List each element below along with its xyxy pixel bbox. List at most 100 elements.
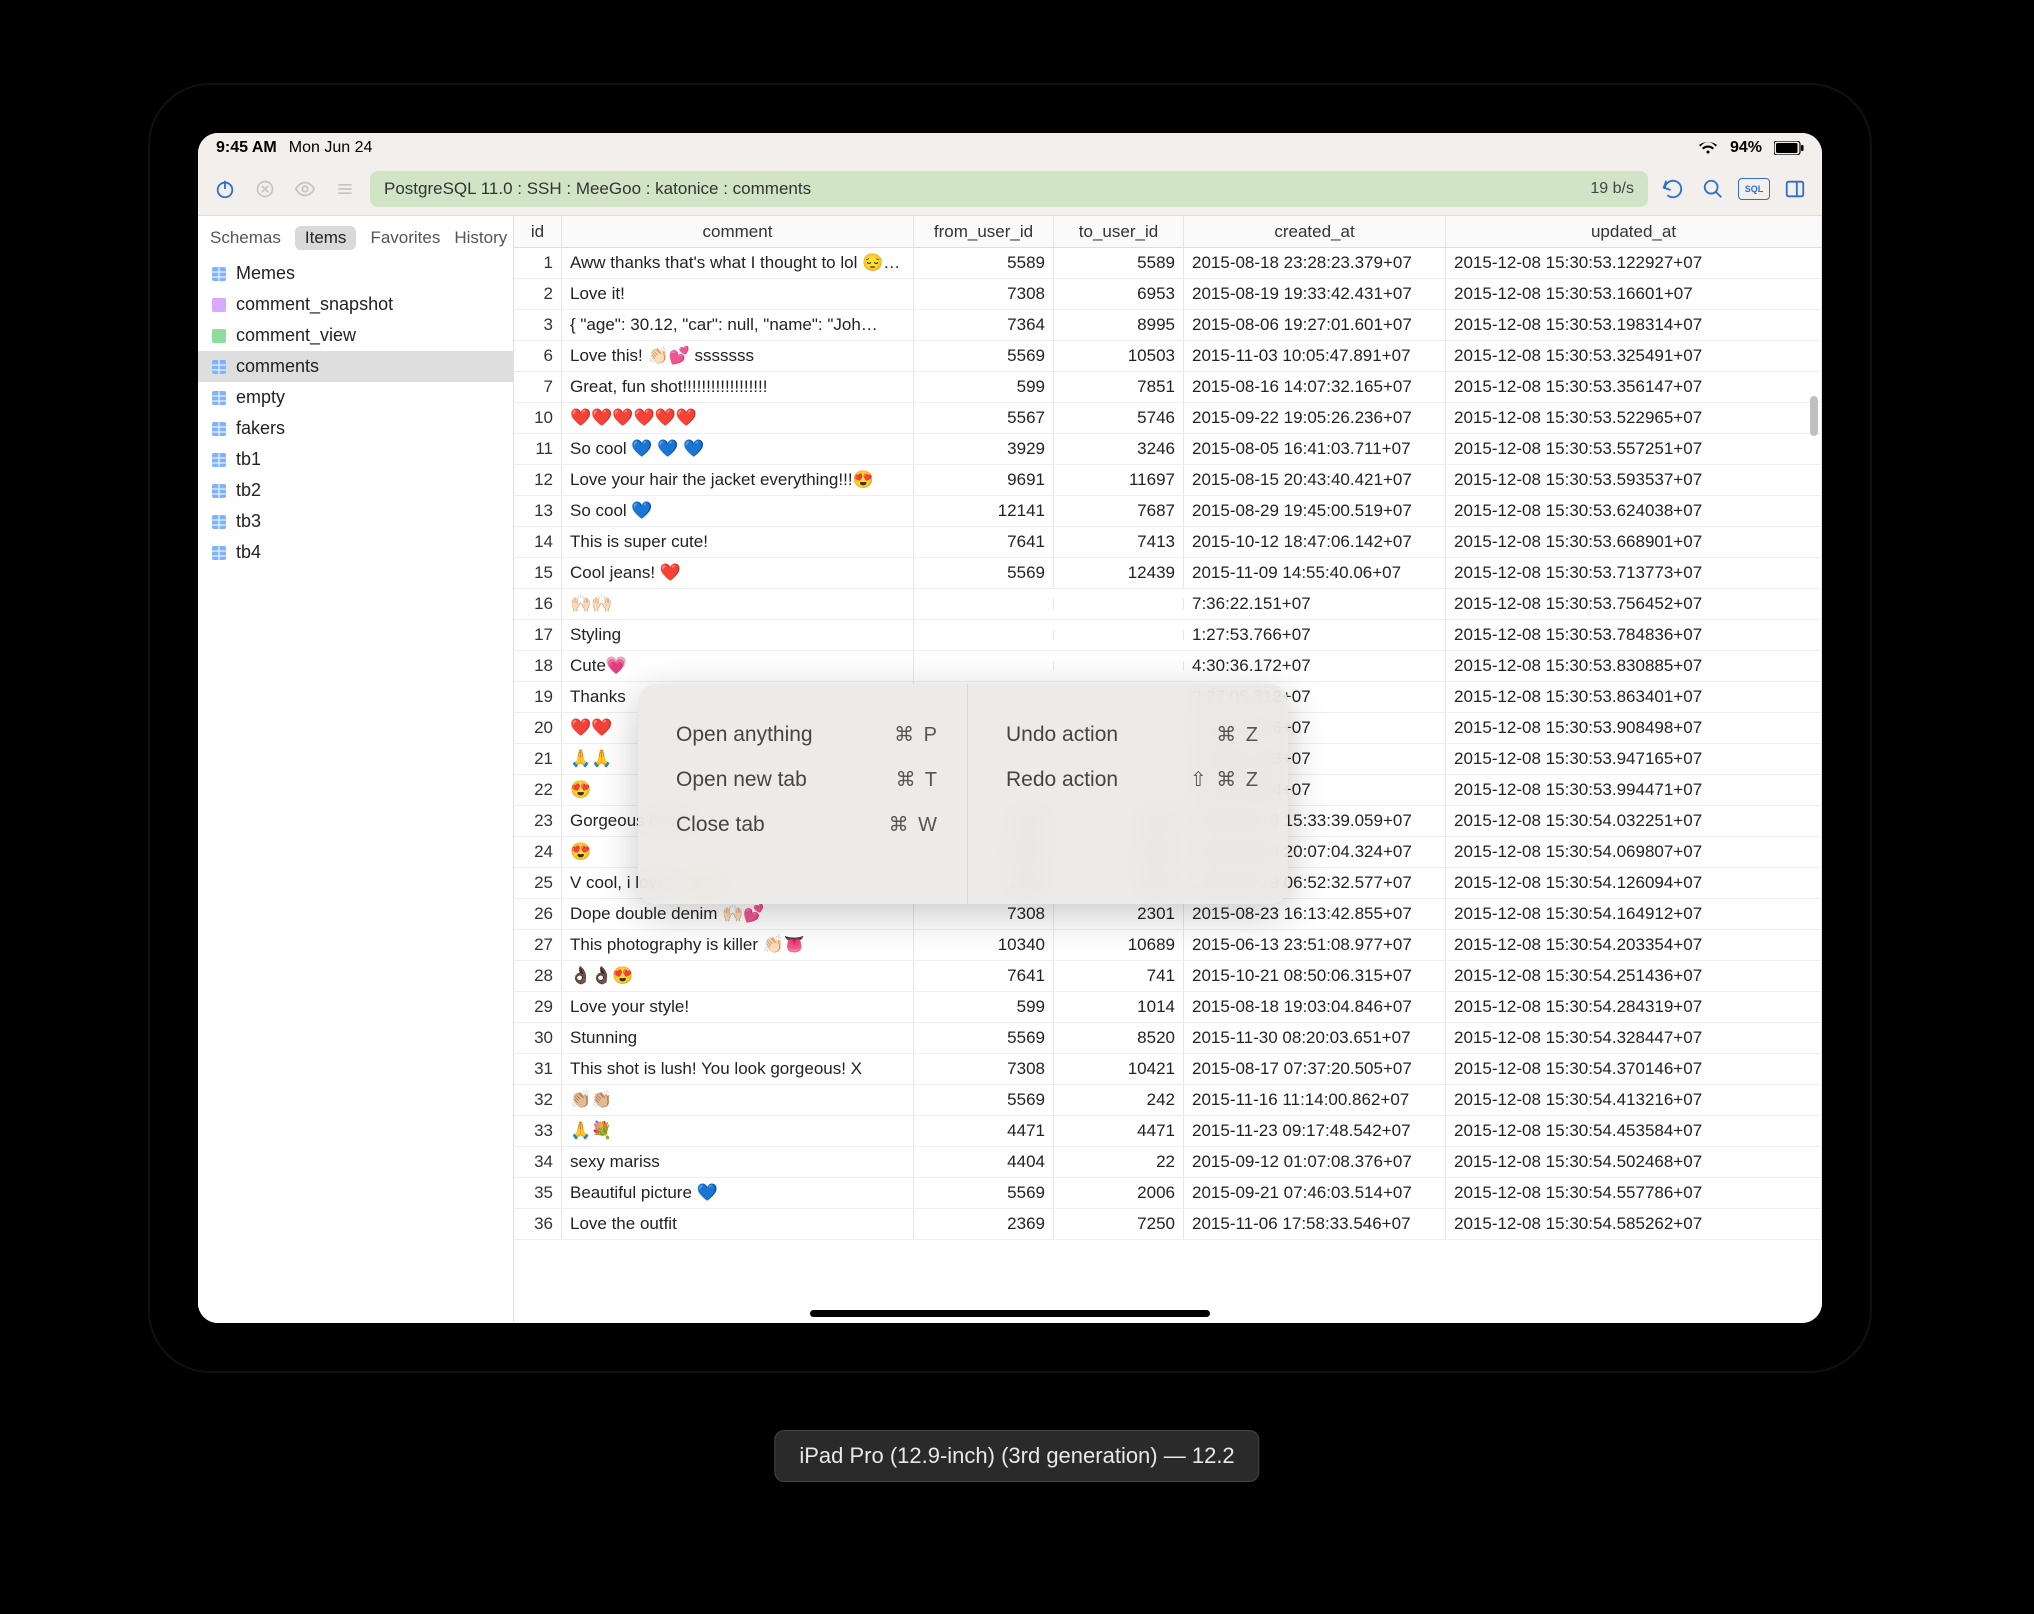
cell-comment: Cool jeans! ❤️ (562, 558, 914, 588)
table-row[interactable]: 30Stunning556985202015-11-30 08:20:03.65… (514, 1023, 1822, 1054)
table-row[interactable]: 6Love this! 👏🏻💕 sssssss5569105032015-11-… (514, 341, 1822, 372)
home-indicator[interactable] (810, 1310, 1210, 1317)
table-row[interactable]: 35Beautiful picture 💙556920062015-09-21 … (514, 1178, 1822, 1209)
table-row[interactable]: 36Love the outfit236972502015-11-06 17:5… (514, 1209, 1822, 1240)
table-row[interactable]: 16🙌🏻🙌🏻7:36:22.151+072015-12-08 15:30:53.… (514, 589, 1822, 620)
table-row[interactable]: 31This shot is lush! You look gorgeous! … (514, 1054, 1822, 1085)
cell-comment: sexy mariss (562, 1147, 914, 1177)
cell-to: 10421 (1054, 1054, 1184, 1084)
sidebar-item[interactable]: tb2 (198, 475, 513, 506)
table-row[interactable]: 15Cool jeans! ❤️5569124392015-11-09 14:5… (514, 558, 1822, 589)
table-row[interactable]: 34sexy mariss4404222015-09-12 01:07:08.3… (514, 1147, 1822, 1178)
cell-id: 17 (514, 620, 562, 650)
table-row[interactable]: 28👌🏿👌🏿😍76417412015-10-21 08:50:06.315+07… (514, 961, 1822, 992)
cell-updated: 2015-12-08 15:30:53.713773+07 (1446, 558, 1822, 588)
cell-created: 2015-08-19 19:33:42.431+07 (1184, 279, 1446, 309)
popup-open-anything[interactable]: Open anything ⌘ P (676, 722, 939, 747)
col-from-user[interactable]: from_user_id (914, 216, 1054, 247)
cell-comment: Love it! (562, 279, 914, 309)
col-updated[interactable]: updated_at (1446, 216, 1822, 247)
grid-header: id comment from_user_id to_user_id creat… (514, 216, 1822, 248)
table-row[interactable]: 32👏🏼👏🏼55692422015-11-16 11:14:00.862+072… (514, 1085, 1822, 1116)
popup-open-new-tab[interactable]: Open new tab ⌘ T (676, 767, 939, 792)
sidebar-item[interactable]: tb4 (198, 537, 513, 568)
cell-id: 26 (514, 899, 562, 929)
search-button[interactable] (1698, 174, 1728, 204)
sql-button[interactable]: SQL (1738, 178, 1770, 200)
cell-comment: Stunning (562, 1023, 914, 1053)
cell-id: 10 (514, 403, 562, 433)
menu-button[interactable] (330, 174, 360, 204)
path-bar[interactable]: PostgreSQL 11.0 : SSH : MeeGoo : katonic… (370, 171, 1648, 207)
table-row[interactable]: 18Cute💗4:30:36.172+072015-12-08 15:30:53… (514, 651, 1822, 682)
cell-to: 7250 (1054, 1209, 1184, 1239)
col-to-user[interactable]: to_user_id (1054, 216, 1184, 247)
table-icon (210, 389, 228, 407)
content-area: Schemas Items Favorites History Memescom… (198, 215, 1822, 1323)
tab-favorites[interactable]: Favorites (370, 228, 440, 248)
cell-id: 27 (514, 930, 562, 960)
sidebar-item[interactable]: fakers (198, 413, 513, 444)
cell-updated: 2015-12-08 15:30:54.413216+07 (1446, 1085, 1822, 1115)
table-icon (210, 451, 228, 469)
sidebar-list[interactable]: Memescomment_snapshotcomment_viewcomment… (198, 258, 513, 1323)
table-row[interactable]: 7Great, fun shot!!!!!!!!!!!!!!!!!!599785… (514, 372, 1822, 403)
panels-button[interactable] (1780, 174, 1810, 204)
cell-id: 19 (514, 682, 562, 712)
col-id[interactable]: id (514, 216, 562, 247)
sidebar: Schemas Items Favorites History Memescom… (198, 216, 514, 1323)
sidebar-item[interactable]: empty (198, 382, 513, 413)
cell-id: 1 (514, 248, 562, 278)
table-row[interactable]: 33🙏💐447144712015-11-23 09:17:48.542+0720… (514, 1116, 1822, 1147)
sidebar-item[interactable]: comment_snapshot (198, 289, 513, 320)
table-row[interactable]: 17Styling1:27:53.766+072015-12-08 15:30:… (514, 620, 1822, 651)
table-row[interactable]: 13So cool 💙1214176872015-08-29 19:45:00.… (514, 496, 1822, 527)
table-row[interactable]: 1Aww thanks that's what I thought to lol… (514, 248, 1822, 279)
cell-comment: Love this! 👏🏻💕 sssssss (562, 341, 914, 371)
sidebar-item[interactable]: tb3 (198, 506, 513, 537)
path-text: PostgreSQL 11.0 : SSH : MeeGoo : katonic… (384, 179, 811, 199)
cell-to: 741 (1054, 961, 1184, 991)
cell-updated: 2015-12-08 15:30:54.502468+07 (1446, 1147, 1822, 1177)
cell-id: 24 (514, 837, 562, 867)
sidebar-item[interactable]: comments (198, 351, 513, 382)
table-row[interactable]: 29Love your style!59910142015-08-18 19:0… (514, 992, 1822, 1023)
col-comment[interactable]: comment (562, 216, 914, 247)
table-row[interactable]: 2Love it!730869532015-08-19 19:33:42.431… (514, 279, 1822, 310)
cancel-button[interactable] (250, 174, 280, 204)
table-row[interactable]: 10❤️❤️❤️❤️❤️❤️556757462015-09-22 19:05:2… (514, 403, 1822, 434)
cell-comment: Love your style! (562, 992, 914, 1022)
cell-id: 22 (514, 775, 562, 805)
table-row[interactable]: 3{ "age": 30.12, "car": null, "name": "J… (514, 310, 1822, 341)
tab-items[interactable]: Items (295, 226, 357, 250)
cell-from: 5569 (914, 341, 1054, 371)
reload-button[interactable] (1658, 174, 1688, 204)
sidebar-item[interactable]: comment_view (198, 320, 513, 351)
power-button[interactable] (210, 174, 240, 204)
cell-from: 5589 (914, 248, 1054, 278)
sidebar-item-label: fakers (236, 418, 285, 439)
cell-to: 11697 (1054, 465, 1184, 495)
status-date: Mon Jun 24 (289, 139, 373, 157)
table-row[interactable]: 12Love your hair the jacket everything!!… (514, 465, 1822, 496)
table-row[interactable]: 27This photography is killer 👏🏻👅10340106… (514, 930, 1822, 961)
table-row[interactable]: 14This is super cute!764174132015-10-12 … (514, 527, 1822, 558)
cell-id: 2 (514, 279, 562, 309)
sidebar-item-label: comments (236, 356, 319, 377)
scrollbar-thumb[interactable] (1810, 396, 1818, 436)
popup-undo[interactable]: Undo action ⌘ Z (1006, 722, 1260, 747)
cell-to: 8995 (1054, 310, 1184, 340)
popup-redo[interactable]: Redo action ⇧ ⌘ Z (1006, 767, 1260, 792)
cell-created: 7:36:22.151+07 (1184, 589, 1446, 619)
cell-id: 14 (514, 527, 562, 557)
tab-history[interactable]: History (454, 228, 507, 248)
eye-button[interactable] (290, 174, 320, 204)
sidebar-item[interactable]: tb1 (198, 444, 513, 475)
popup-close-tab[interactable]: Close tab ⌘ W (676, 812, 939, 837)
cell-created: 2015-06-13 23:51:08.977+07 (1184, 930, 1446, 960)
cell-from: 5569 (914, 1023, 1054, 1053)
tab-schemas[interactable]: Schemas (210, 228, 281, 248)
sidebar-item[interactable]: Memes (198, 258, 513, 289)
table-row[interactable]: 11So cool 💙 💙 💙392932462015-08-05 16:41:… (514, 434, 1822, 465)
col-created[interactable]: created_at (1184, 216, 1446, 247)
